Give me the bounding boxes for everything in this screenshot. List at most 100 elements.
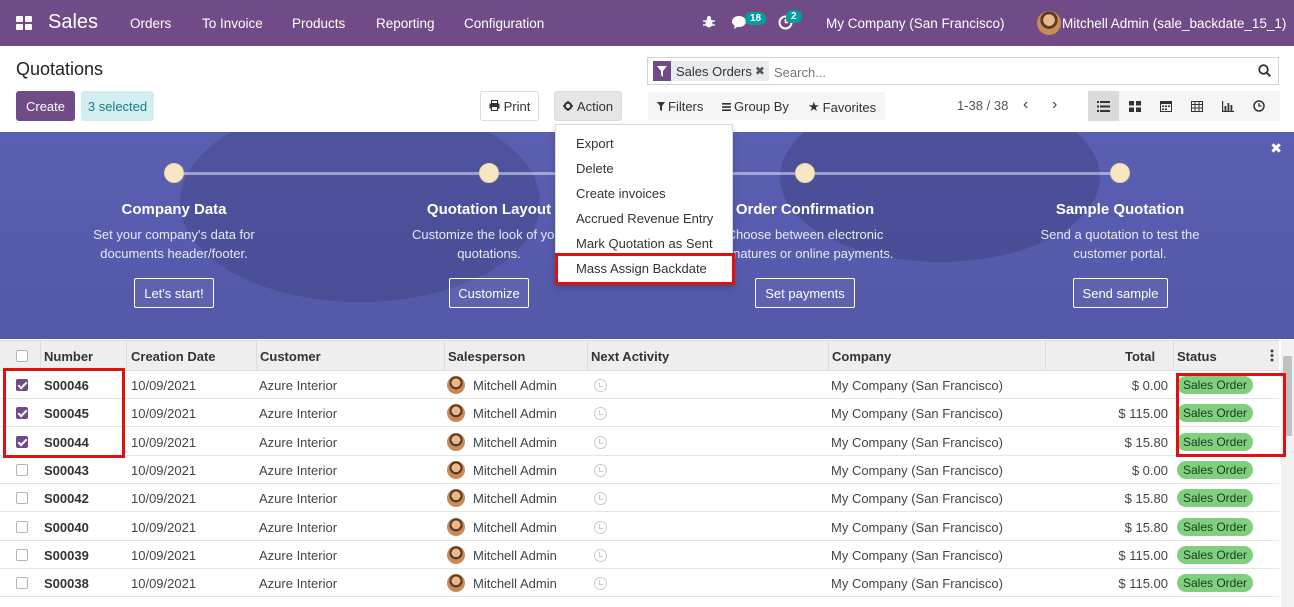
selected-count: 3 selected bbox=[81, 91, 154, 121]
scrollbar-thumb[interactable] bbox=[1283, 356, 1292, 436]
menu-reporting[interactable]: Reporting bbox=[376, 16, 435, 31]
calendar-view-icon[interactable] bbox=[1150, 91, 1181, 121]
order-total: $ 0.00 bbox=[1131, 378, 1168, 393]
menu-orders[interactable]: Orders bbox=[130, 16, 171, 31]
close-icon[interactable]: ✖ bbox=[755, 64, 769, 78]
menu-configuration[interactable]: Configuration bbox=[464, 16, 544, 31]
print-button[interactable]: Print bbox=[480, 91, 539, 121]
quotations-table: Number Creation Date Customer Salesperso… bbox=[0, 340, 1294, 607]
status-badge: Sales Order bbox=[1177, 376, 1254, 394]
close-icon[interactable]: ✖ bbox=[1270, 140, 1282, 157]
row-checkbox[interactable] bbox=[16, 577, 28, 590]
table-row[interactable]: S00043 10/09/2021 Azure Interior Mitchell A… bbox=[0, 455, 1279, 484]
header-salesperson[interactable]: Salesperson bbox=[448, 349, 525, 364]
customer-name: Azure Interior bbox=[259, 576, 338, 592]
row-checkbox[interactable] bbox=[16, 492, 28, 505]
order-number: S00038 bbox=[44, 576, 89, 592]
action-button[interactable]: Action bbox=[554, 91, 622, 121]
row-checkbox[interactable] bbox=[16, 520, 28, 533]
messages-count-badge: 18 bbox=[745, 12, 767, 25]
header-total[interactable]: Total bbox=[1125, 349, 1155, 364]
header-customer[interactable]: Customer bbox=[260, 349, 321, 364]
row-checkbox[interactable] bbox=[16, 548, 28, 561]
table-row[interactable]: S00042 10/09/2021 Azure Interior Mitchell A… bbox=[0, 484, 1279, 513]
create-button[interactable]: Create bbox=[16, 91, 75, 121]
clock-icon[interactable] bbox=[594, 548, 607, 562]
header-next-activity[interactable]: Next Activity bbox=[591, 349, 669, 364]
menu-item-delete[interactable]: Delete bbox=[576, 161, 614, 176]
order-number: S00044 bbox=[44, 434, 89, 450]
step-dot bbox=[1110, 163, 1130, 183]
menu-item-mark-sent[interactable]: Mark Quotation as Sent bbox=[576, 236, 713, 251]
order-number: S00040 bbox=[44, 519, 89, 535]
user-avatar[interactable] bbox=[1037, 11, 1061, 35]
company-switcher[interactable]: My Company (San Francisco) bbox=[826, 16, 1005, 31]
clock-icon[interactable] bbox=[594, 577, 607, 591]
company-name: My Company (San Francisco) bbox=[831, 491, 1003, 507]
header-number[interactable]: Number bbox=[44, 349, 93, 364]
clock-icon[interactable] bbox=[594, 407, 607, 421]
status-badge: Sales Order bbox=[1177, 517, 1254, 536]
step-dot bbox=[164, 163, 184, 183]
row-checkbox[interactable] bbox=[16, 463, 28, 476]
menu-products[interactable]: Products bbox=[292, 16, 345, 31]
pager-previous-icon[interactable]: ‹ bbox=[1023, 96, 1028, 114]
filter-facet: Sales Orders ✖ bbox=[653, 61, 769, 81]
options-icon[interactable] bbox=[1270, 349, 1274, 365]
clock-icon[interactable] bbox=[594, 463, 607, 477]
customer-name: Azure Interior bbox=[259, 378, 338, 393]
pager-value[interactable]: 1-38 / 38 bbox=[957, 98, 1008, 113]
list-view-icon[interactable] bbox=[1088, 91, 1119, 121]
row-checkbox[interactable] bbox=[16, 407, 28, 420]
table-row[interactable]: S00039 10/09/2021 Azure Interior Mitchell A… bbox=[0, 540, 1279, 569]
select-all-checkbox[interactable] bbox=[16, 350, 28, 362]
pivot-view-icon[interactable] bbox=[1181, 91, 1212, 121]
groupby-dropdown[interactable]: Group By bbox=[722, 99, 789, 114]
app-brand[interactable]: Sales bbox=[48, 11, 98, 34]
salesperson-name: Mitchell Admin bbox=[473, 434, 557, 450]
menu-item-mass-assign-backdate[interactable]: Mass Assign Backdate bbox=[576, 261, 707, 276]
activity-view-icon[interactable] bbox=[1243, 91, 1274, 121]
clock-icon[interactable] bbox=[594, 379, 607, 392]
kanban-view-icon[interactable] bbox=[1119, 91, 1150, 121]
list-icon bbox=[722, 99, 731, 114]
order-total: $ 15.80 bbox=[1124, 434, 1168, 450]
user-menu[interactable]: Mitchell Admin (sale_backdate_15_1) bbox=[1062, 16, 1286, 31]
table-row[interactable]: S00044 10/09/2021 Azure Interior Mitchell A… bbox=[0, 427, 1279, 456]
search-input[interactable] bbox=[772, 62, 1242, 82]
send-sample-button[interactable]: Send sample bbox=[1073, 278, 1168, 308]
customize-button[interactable]: Customize bbox=[449, 278, 529, 308]
status-badge: Sales Order bbox=[1177, 489, 1254, 508]
pager-next-icon[interactable]: › bbox=[1052, 96, 1057, 114]
activities-count-badge: 2 bbox=[786, 10, 802, 23]
menu-item-export[interactable]: Export bbox=[576, 136, 614, 151]
lets-start-button[interactable]: Let's start! bbox=[134, 278, 214, 308]
menu-item-accrued-revenue[interactable]: Accrued Revenue Entry bbox=[576, 211, 713, 226]
table-row[interactable]: S00046 10/09/2021 Azure Interior Mitchell A… bbox=[0, 371, 1279, 399]
search-icon[interactable] bbox=[1258, 64, 1272, 80]
set-payments-button[interactable]: Set payments bbox=[755, 278, 855, 308]
favorites-dropdown[interactable]: ★ Favorites bbox=[808, 99, 876, 115]
table-row[interactable]: S00045 10/09/2021 Azure Interior Mitchell A… bbox=[0, 399, 1279, 428]
graph-view-icon[interactable] bbox=[1212, 91, 1243, 121]
bug-icon[interactable] bbox=[702, 15, 716, 32]
table-row[interactable]: S00040 10/09/2021 Azure Interior Mitchell A… bbox=[0, 512, 1279, 541]
table-row[interactable]: S00038 10/09/2021 Azure Interior Mitchell A… bbox=[0, 569, 1279, 598]
creation-date: 10/09/2021 bbox=[131, 576, 197, 592]
header-status[interactable]: Status bbox=[1177, 349, 1217, 364]
menu-to-invoice[interactable]: To Invoice bbox=[202, 16, 263, 31]
company-name: My Company (San Francisco) bbox=[831, 434, 1003, 450]
order-total: $ 0.00 bbox=[1131, 462, 1168, 478]
row-checkbox[interactable] bbox=[16, 379, 28, 391]
header-creation-date[interactable]: Creation Date bbox=[131, 349, 216, 364]
row-checkbox[interactable] bbox=[16, 435, 28, 448]
salesperson-avatar bbox=[447, 489, 465, 508]
creation-date: 10/09/2021 bbox=[131, 406, 197, 422]
header-company[interactable]: Company bbox=[832, 349, 891, 364]
filters-dropdown[interactable]: Filters bbox=[657, 99, 703, 114]
clock-icon[interactable] bbox=[594, 435, 607, 449]
apps-icon[interactable] bbox=[16, 16, 32, 30]
clock-icon[interactable] bbox=[594, 520, 607, 534]
menu-item-create-invoices[interactable]: Create invoices bbox=[576, 186, 666, 201]
clock-icon[interactable] bbox=[594, 492, 607, 506]
